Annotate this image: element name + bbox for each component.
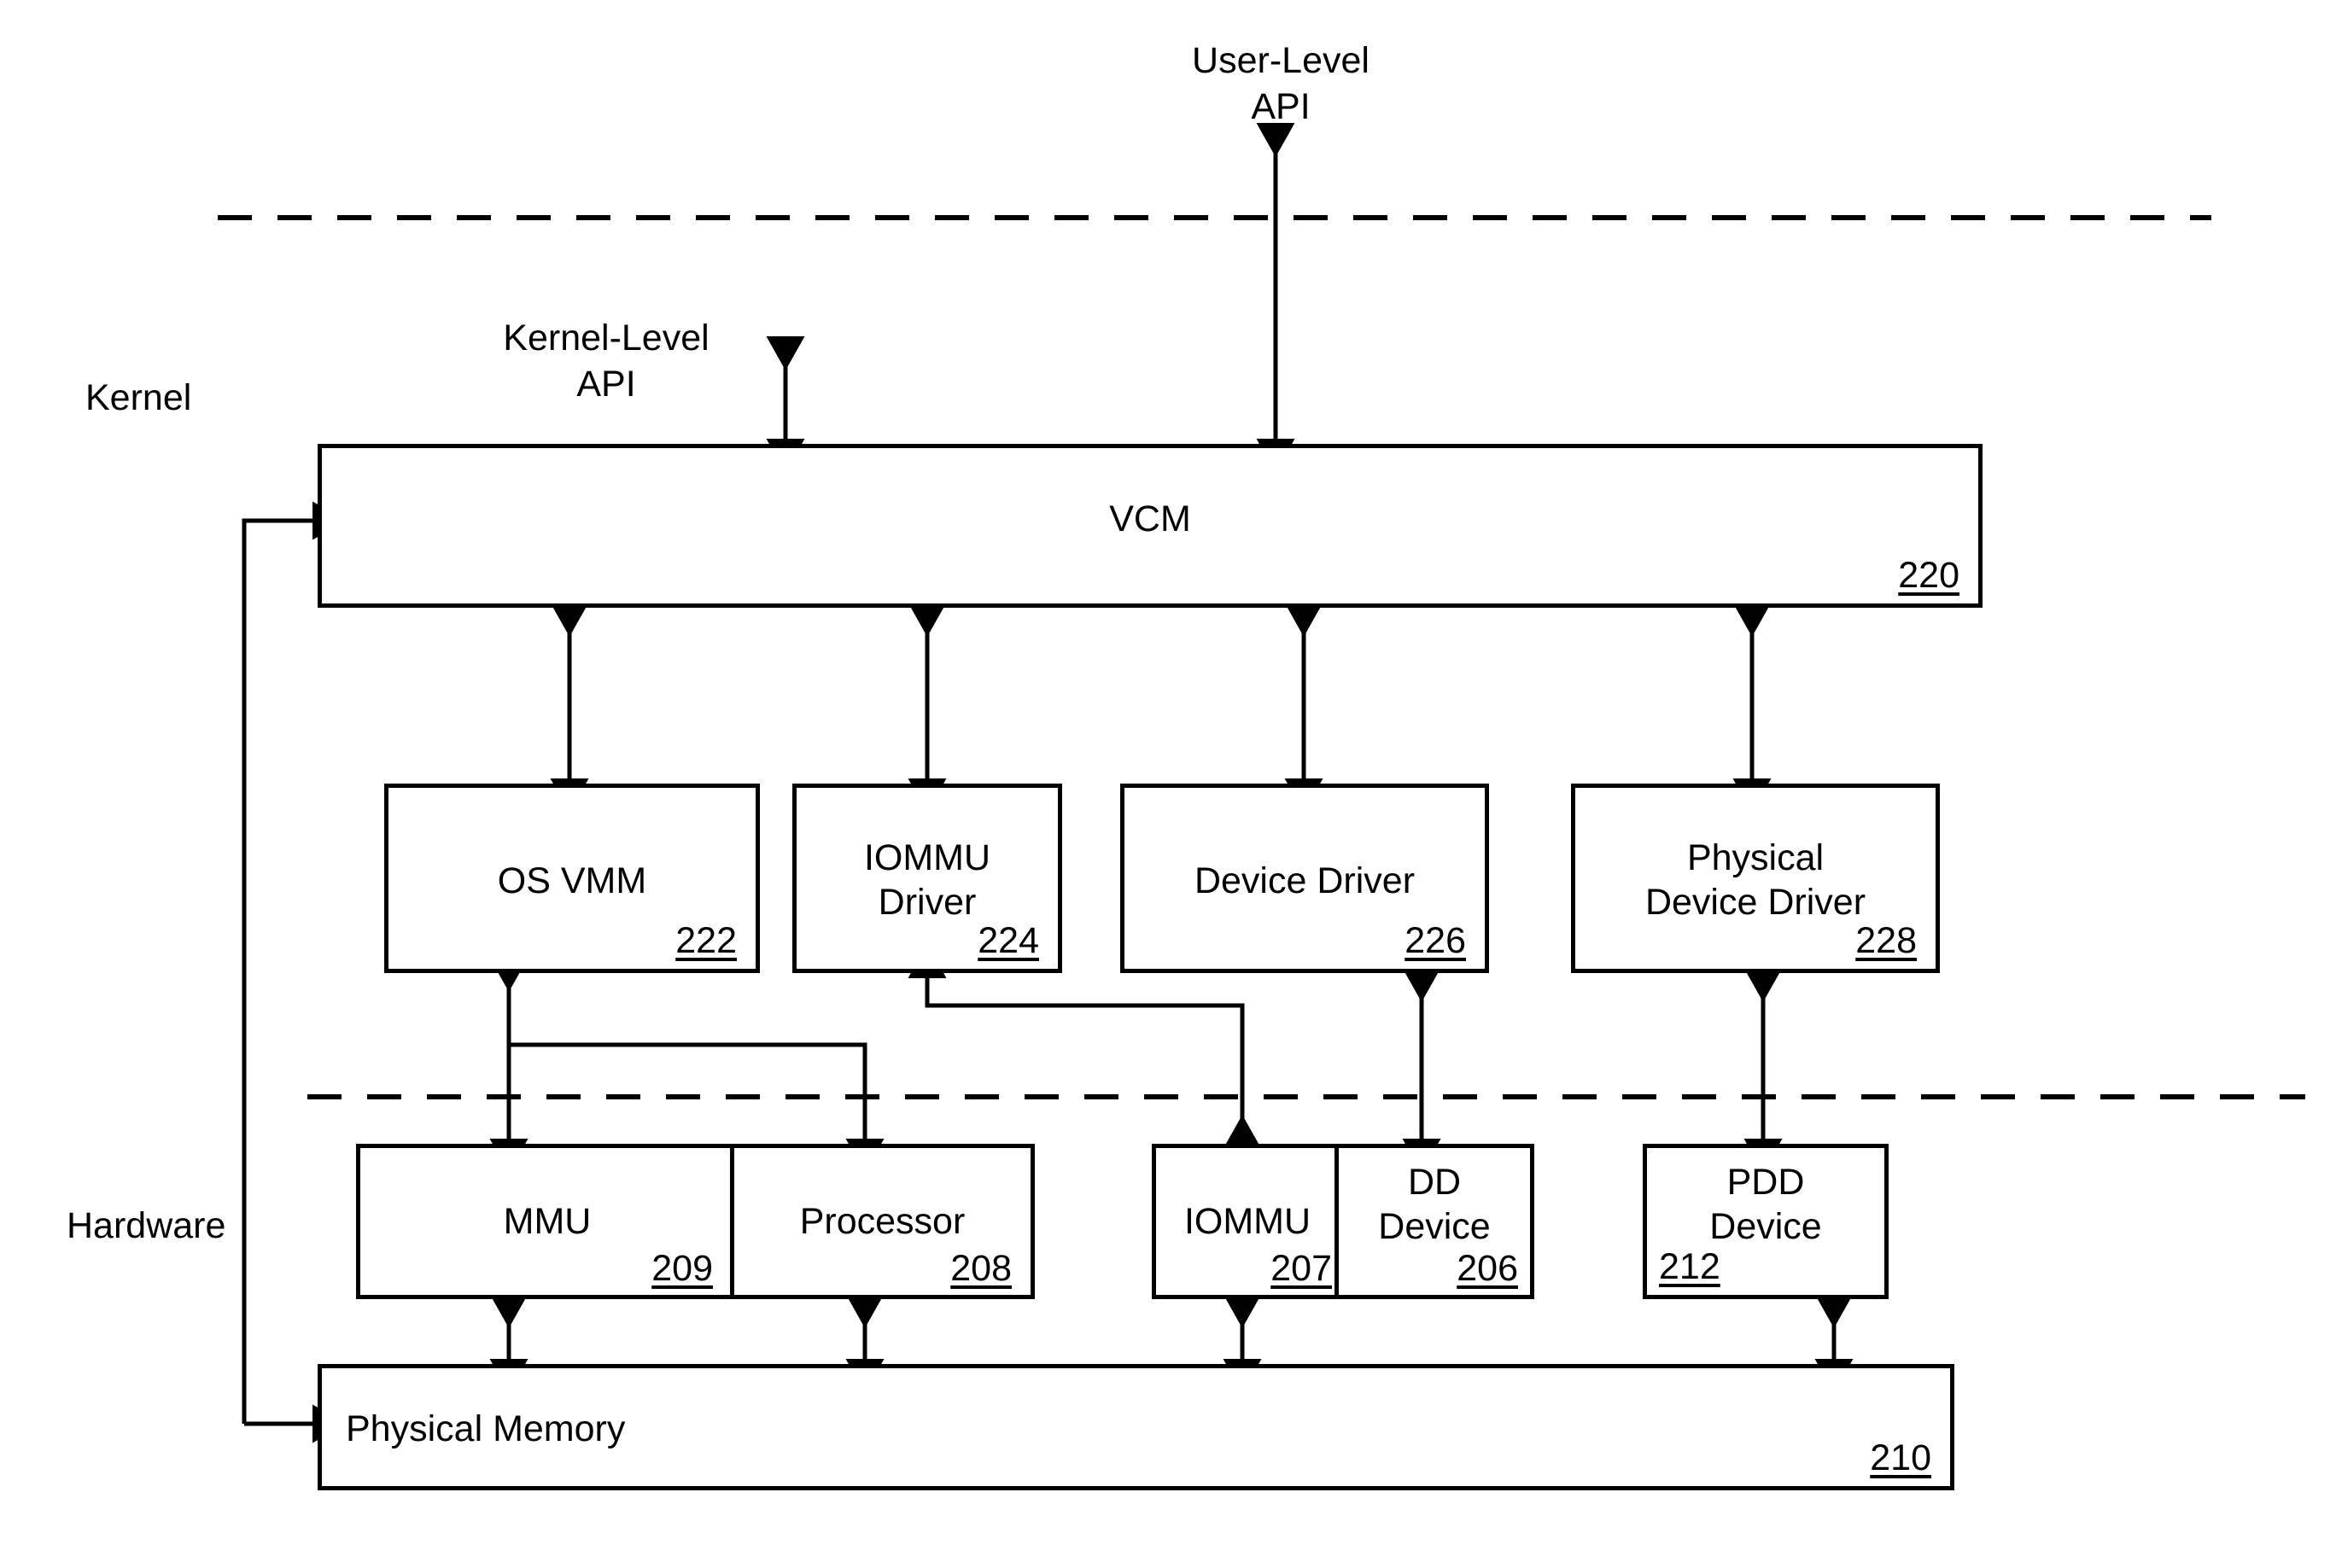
diagram-canvas: User-Level API Kernel-Level API Kernel H… — [0, 0, 2336, 1568]
block-dd-device-label: DD Device — [1378, 1162, 1491, 1248]
block-physical-device-driver[interactable]: Physical Device Driver 228 — [1571, 784, 1940, 973]
block-processor-label: Processor — [799, 1201, 966, 1242]
block-device-driver[interactable]: Device Driver 226 — [1120, 784, 1489, 973]
label-kernel: Kernel — [85, 377, 192, 418]
block-pdd-device[interactable]: PDD Device 212 — [1643, 1144, 1889, 1299]
block-dd-device-ref: 206 — [1457, 1248, 1518, 1289]
block-os-vmm[interactable]: OS VMM 222 — [384, 784, 760, 973]
block-iommu-driver-label: IOMMU Driver — [863, 837, 991, 924]
block-iommu-dd-group: IOMMU 207 DD Device 206 — [1152, 1144, 1534, 1299]
arrow-physical-memory-vcm-left — [242, 501, 347, 1424]
block-physical-memory-ref: 210 — [1870, 1437, 1931, 1478]
block-vcm-label: VCM — [1109, 498, 1191, 539]
block-mmu-ref: 209 — [651, 1248, 713, 1289]
block-pdd-device-ref: 212 — [1659, 1246, 1720, 1287]
block-physical-memory-label: Physical Memory — [346, 1408, 626, 1449]
block-mmu-label: MMU — [503, 1201, 592, 1242]
block-processor[interactable]: Processor 208 — [734, 1148, 1031, 1295]
block-iommu-ref: 207 — [1270, 1248, 1332, 1289]
block-iommu-driver-ref: 224 — [978, 920, 1039, 961]
block-physical-device-driver-label: Physical Device Driver — [1644, 837, 1866, 924]
block-device-driver-ref: 226 — [1405, 920, 1466, 961]
label-hardware: Hardware — [67, 1205, 226, 1246]
block-iommu-driver[interactable]: IOMMU Driver 224 — [792, 784, 1062, 973]
block-iommu-label: IOMMU — [1183, 1201, 1311, 1242]
block-os-vmm-ref: 222 — [675, 920, 737, 961]
block-pdd-device-label: PDD Device — [1709, 1162, 1822, 1248]
block-device-driver-label: Device Driver — [1194, 860, 1416, 901]
block-processor-ref: 208 — [950, 1248, 1012, 1289]
arrow-iommu-driver-iommu — [908, 944, 1262, 1150]
block-physical-memory[interactable]: Physical Memory 210 — [318, 1364, 1954, 1490]
block-vcm-ref: 220 — [1898, 555, 1959, 596]
block-os-vmm-label: OS VMM — [497, 860, 647, 901]
block-vcm[interactable]: VCM 220 — [318, 444, 1983, 608]
block-dd-device[interactable]: DD Device 206 — [1339, 1148, 1530, 1295]
block-iommu[interactable]: IOMMU 207 — [1156, 1148, 1339, 1295]
block-mmu-processor-group: MMU 209 Processor 208 — [356, 1144, 1035, 1299]
block-mmu[interactable]: MMU 209 — [360, 1148, 734, 1295]
block-physical-device-driver-ref: 228 — [1855, 920, 1917, 961]
label-user-level-api: User-Level API — [1192, 40, 1369, 127]
label-kernel-level-api: Kernel-Level API — [503, 318, 710, 405]
